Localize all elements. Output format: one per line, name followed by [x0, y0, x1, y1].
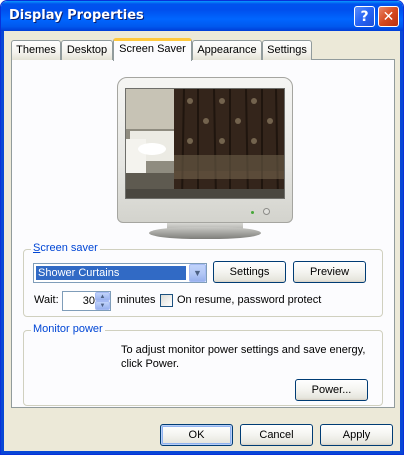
tab-screen-saver[interactable]: Screen Saver	[113, 38, 192, 61]
close-icon: ✕	[382, 8, 395, 25]
tab-themes[interactable]: Themes	[11, 40, 61, 60]
display-properties-window: Display Properties ? ✕ Themes Desktop Sc…	[0, 0, 404, 455]
monitor-led	[251, 211, 254, 214]
help-button[interactable]: ?	[354, 6, 375, 27]
window-border-right	[400, 31, 403, 454]
wait-minutes-value[interactable]: 30	[63, 294, 95, 308]
shower-curtain-image	[126, 89, 284, 198]
screen-saver-preview	[125, 88, 285, 199]
minutes-label: minutes	[117, 294, 156, 306]
monitor-power-group-label: Monitor power	[31, 323, 105, 335]
tab-appearance[interactable]: Appearance	[192, 40, 262, 60]
password-protect-label[interactable]: On resume, password protect	[177, 294, 321, 306]
tab-label: Appearance	[197, 44, 257, 56]
button-label: Settings	[229, 266, 270, 278]
tab-settings[interactable]: Settings	[262, 40, 312, 60]
window-border-bottom	[1, 451, 403, 454]
cancel-button[interactable]: Cancel	[240, 424, 313, 446]
button-label: OK	[188, 429, 205, 441]
help-icon: ?	[360, 8, 369, 25]
tab-label: Themes	[16, 44, 56, 56]
monitor-power-button	[263, 208, 270, 215]
tab-label: Settings	[267, 44, 307, 56]
power-button[interactable]: Power...	[295, 379, 368, 401]
window-border-left	[1, 31, 4, 454]
spin-up-icon[interactable]: ▲	[95, 292, 110, 301]
preview-button[interactable]: Preview	[293, 261, 366, 283]
button-label: Power...	[311, 384, 352, 396]
button-label: Preview	[309, 266, 350, 278]
ok-button[interactable]: OK	[160, 424, 233, 446]
window-title: Display Properties	[9, 8, 144, 23]
close-button[interactable]: ✕	[378, 6, 399, 27]
wait-label: Wait:	[34, 294, 59, 306]
wait-minutes-spinner[interactable]: 30 ▲ ▼	[62, 291, 111, 311]
button-label: Apply	[342, 429, 371, 441]
screen-saver-select[interactable]: Shower Curtains ▼	[33, 263, 207, 283]
password-protect-checkbox[interactable]	[160, 294, 173, 307]
monitor-power-description: To adjust monitor power settings and sav…	[121, 344, 366, 370]
spin-down-icon[interactable]: ▼	[95, 301, 110, 310]
tab-label: Screen Saver	[119, 43, 186, 55]
title-bar[interactable]: Display Properties ? ✕	[1, 1, 403, 31]
tab-desktop[interactable]: Desktop	[61, 40, 113, 60]
apply-button[interactable]: Apply	[320, 424, 393, 446]
settings-button[interactable]: Settings	[213, 261, 286, 283]
screen-saver-selected-value: Shower Curtains	[36, 266, 186, 280]
screen-saver-group-label: Screen saver	[31, 242, 100, 254]
monitor-stand	[149, 227, 261, 239]
chevron-down-icon[interactable]: ▼	[189, 264, 206, 282]
tab-label: Desktop	[66, 44, 108, 56]
button-label: Cancel	[259, 429, 294, 441]
